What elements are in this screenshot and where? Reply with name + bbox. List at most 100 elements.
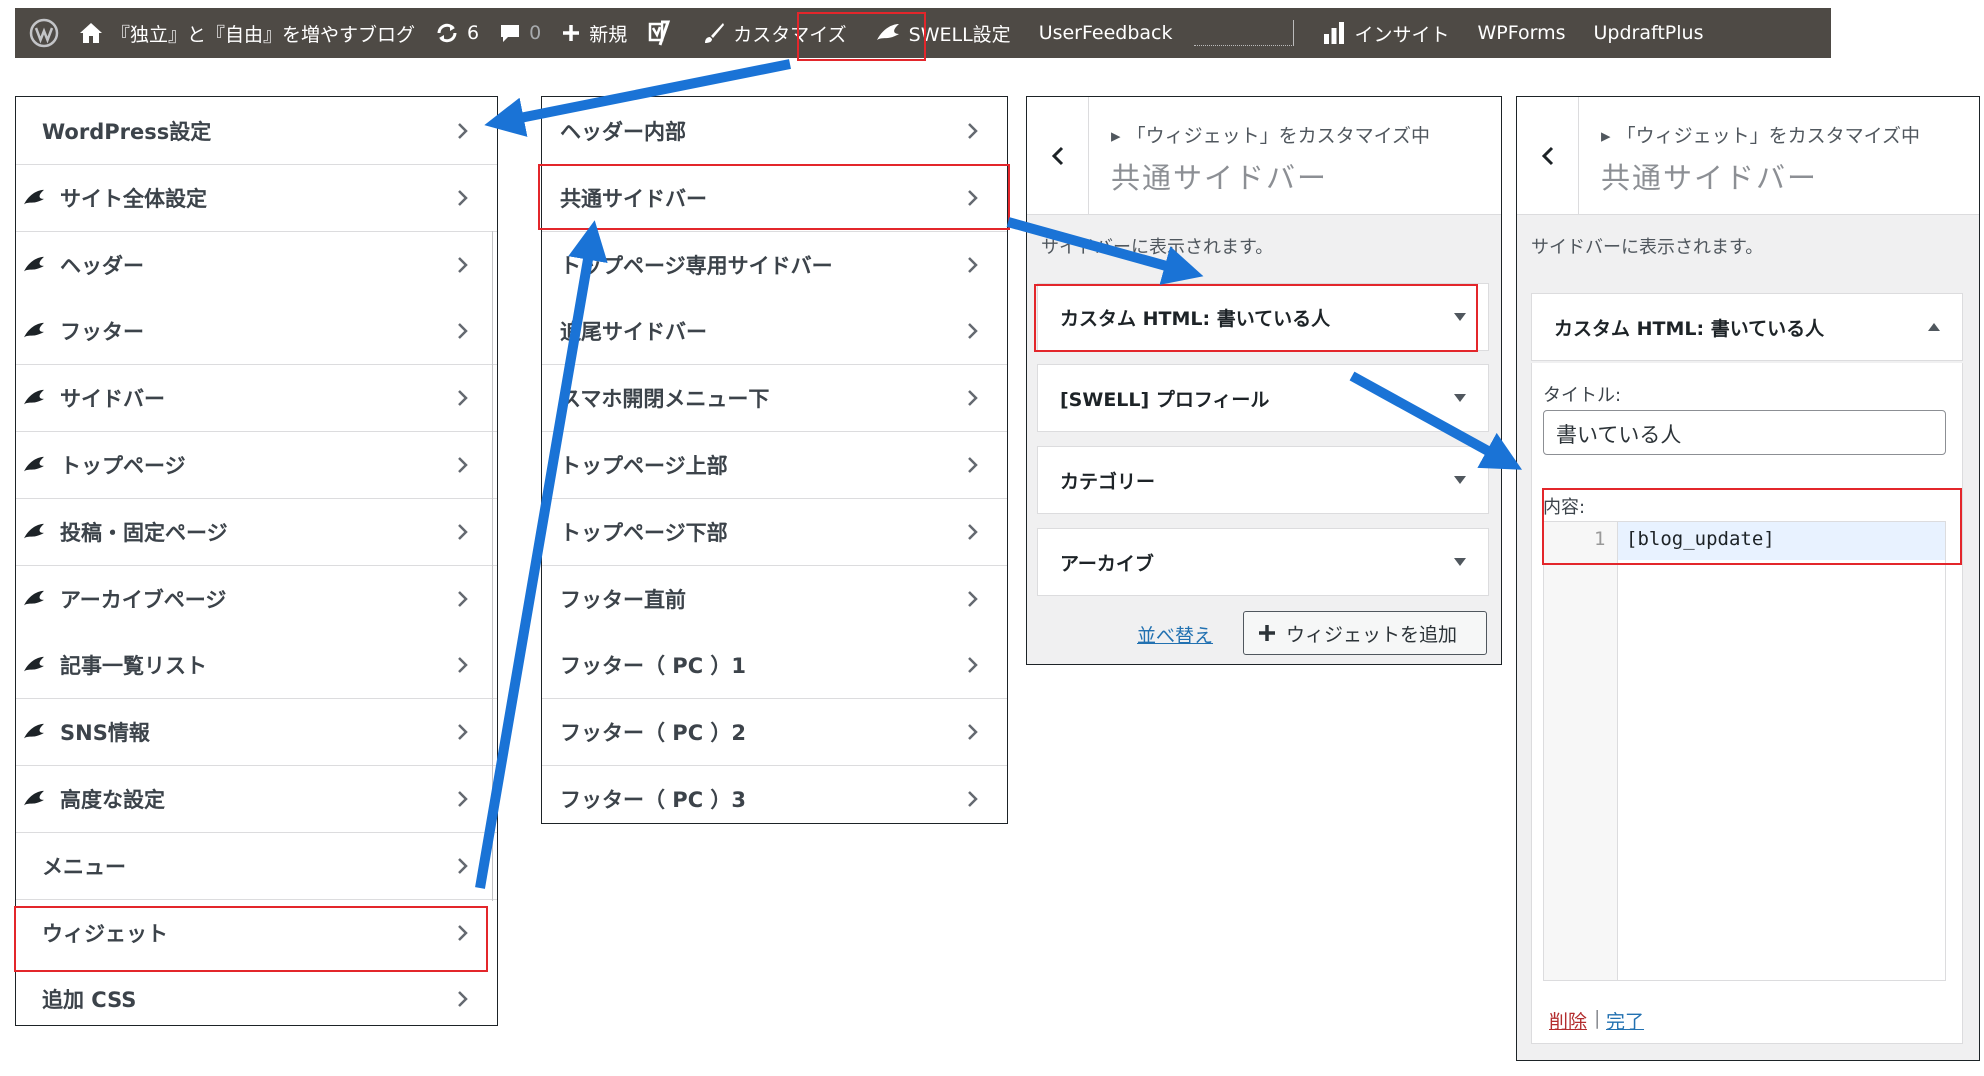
- sidebar-section-panel: ▸ 「ウィジェット」をカスタマイズ中 共通サイドバー サイドバーに表示されます。…: [1026, 96, 1502, 665]
- chevron-right-icon: [458, 657, 468, 674]
- customizer-menu-item[interactable]: SNS情報: [16, 699, 497, 767]
- chevron-right-icon: [968, 390, 978, 407]
- widget-area-item[interactable]: フッター（ PC ）2: [542, 699, 1007, 767]
- user-feedback-link[interactable]: UserFeedback: [1021, 8, 1183, 58]
- widget-header-custom-html[interactable]: カスタム HTML: 書いている人: [1531, 293, 1963, 361]
- chevron-right-icon: [458, 791, 468, 807]
- line-gutter: [1544, 522, 1618, 980]
- customizer-menu-item[interactable]: サイト全体設定: [16, 164, 497, 232]
- chevron-right-icon: [458, 123, 468, 139]
- widget-item[interactable]: アーカイブ: [1037, 528, 1489, 596]
- customizer-menu-item[interactable]: 高度な設定: [16, 766, 497, 833]
- wpforms-link[interactable]: WPForms: [1460, 8, 1576, 58]
- customizer-menu-item[interactable]: WordPress設定: [16, 98, 497, 165]
- widget-area-item[interactable]: 追尾サイドバー: [542, 298, 1007, 366]
- widget-area-item[interactable]: トップページ専用サイドバー: [542, 231, 1007, 299]
- back-button[interactable]: [1027, 97, 1089, 215]
- new-label: 新規: [589, 23, 628, 46]
- chevron-right-icon: [968, 123, 978, 139]
- menu-item-label: SNS情報: [60, 721, 150, 746]
- comment-icon: [501, 25, 520, 42]
- chevron-right-icon: [968, 523, 978, 540]
- widget-area-item[interactable]: フッター（ PC ）1: [542, 632, 1007, 700]
- section-description: サイドバーに表示されます。: [1041, 237, 1274, 258]
- expand-arrow-icon[interactable]: [1454, 558, 1466, 566]
- updraftplus-label: UpdraftPlus: [1593, 22, 1704, 44]
- chevron-right-icon: [968, 724, 978, 741]
- swell-icon: [24, 590, 44, 605]
- expand-arrow-icon[interactable]: [1454, 394, 1466, 402]
- widget-area-item[interactable]: 共通サイドバー: [542, 164, 1007, 232]
- widget-item[interactable]: カスタム HTML: 書いている人: [1037, 283, 1489, 351]
- comments-count: 0: [529, 22, 542, 44]
- add-widget-button[interactable]: ウィジェットを追加: [1243, 611, 1487, 655]
- wordpress-logo-icon[interactable]: [15, 8, 69, 58]
- expand-arrow-icon[interactable]: [1454, 476, 1466, 484]
- widget-area-label: スマホ開閉メニュー下: [560, 387, 770, 412]
- widget-area-label: トップページ専用サイドバー: [560, 253, 833, 278]
- section-header: ▸ 「ウィジェット」をカスタマイズ中 共通サイドバー: [1027, 97, 1501, 215]
- widget-detail-panel: ▸ 「ウィジェット」をカスタマイズ中 共通サイドバー サイドバーに表示されます。…: [1516, 96, 1980, 1061]
- reorder-link[interactable]: 並べ替え: [1137, 621, 1213, 648]
- refresh-icon: [437, 23, 457, 43]
- chevron-right-icon: [968, 657, 978, 674]
- paintbrush-icon: [705, 23, 725, 43]
- title-field-label: タイトル:: [1543, 385, 1622, 406]
- customizer-menu-item[interactable]: ウィジェット: [16, 899, 497, 967]
- updates-link[interactable]: 6: [425, 8, 489, 58]
- code-line[interactable]: [blog_update]: [1626, 528, 1775, 550]
- widget-item[interactable]: [SWELL] プロフィール: [1037, 364, 1489, 432]
- updraftplus-link[interactable]: UpdraftPlus: [1576, 8, 1714, 58]
- section-description: サイドバーに表示されます。: [1531, 237, 1764, 258]
- customizer-menu-item[interactable]: トップページ: [16, 432, 497, 499]
- chevron-right-icon: [458, 189, 468, 206]
- customizer-menu-item[interactable]: 記事一覧リスト: [16, 632, 497, 700]
- widget-area-item[interactable]: フッター（ PC ）3: [542, 766, 1007, 823]
- comments-link[interactable]: 0: [489, 8, 551, 58]
- yoast-seo-icon[interactable]: [637, 8, 681, 58]
- add-widget-label: ウィジェットを追加: [1286, 623, 1458, 646]
- done-link[interactable]: 完了: [1606, 1007, 1644, 1034]
- back-button[interactable]: [1517, 97, 1579, 215]
- widget-area-label: フッター（ PC ）2: [560, 721, 747, 746]
- customizer-menu-item[interactable]: ヘッダー: [16, 231, 497, 299]
- widget-item[interactable]: カテゴリー: [1037, 446, 1489, 514]
- delete-link[interactable]: 削除: [1549, 1007, 1587, 1034]
- breadcrumb: ▸ 「ウィジェット」をカスタマイズ中: [1601, 125, 1921, 147]
- widget-area-item[interactable]: トップページ下部: [542, 498, 1007, 566]
- expand-arrow-icon[interactable]: [1454, 313, 1466, 321]
- chevron-right-icon: [968, 256, 978, 273]
- collapse-arrow-icon[interactable]: [1928, 323, 1940, 331]
- code-editor[interactable]: 1 [blog_update]: [1543, 521, 1946, 981]
- widget-area-item[interactable]: フッター直前: [542, 565, 1007, 633]
- title-input[interactable]: 書いている人: [1543, 410, 1946, 455]
- chevron-right-icon: [458, 256, 468, 273]
- widget-title: カスタム HTML: 書いている人: [1554, 317, 1825, 340]
- menu-item-label: 記事一覧リスト: [60, 654, 207, 679]
- menu-item-label: サイト全体設定: [60, 186, 207, 211]
- insights-label: インサイト: [1354, 23, 1450, 46]
- line-number: 1: [1594, 528, 1606, 550]
- customizer-menu-item[interactable]: 投稿・固定ページ: [16, 498, 497, 566]
- site-name-link[interactable]: 『独立』と『自由』を増やすブログ: [69, 8, 425, 58]
- widget-area-item[interactable]: ヘッダー内部: [542, 98, 1007, 165]
- menu-item-label: ヘッダー: [60, 253, 144, 278]
- section-title: 共通サイドバー: [1111, 161, 1329, 195]
- new-content-link[interactable]: 新規: [551, 8, 637, 58]
- widget-area-item[interactable]: スマホ開閉メニュー下: [542, 365, 1007, 433]
- content-field-label: 内容:: [1543, 497, 1586, 518]
- customizer-menu-item[interactable]: メニュー: [16, 832, 497, 900]
- insights-link[interactable]: インサイト: [1312, 8, 1459, 58]
- customizer-menu-item[interactable]: サイドバー: [16, 365, 497, 433]
- chevron-right-icon: [458, 724, 468, 741]
- swell-icon: [24, 323, 44, 338]
- customizer-menu-item[interactable]: 追加 CSS: [16, 966, 497, 1025]
- widget-area-item[interactable]: トップページ上部: [542, 432, 1007, 499]
- chevron-left-icon: [1051, 146, 1063, 166]
- menu-item-label: 投稿・固定ページ: [60, 520, 228, 545]
- chevron-right-icon: [968, 457, 978, 473]
- customizer-menu-item[interactable]: アーカイブページ: [16, 565, 497, 633]
- widget-area-label: ヘッダー内部: [560, 120, 686, 144]
- customizer-menu-item[interactable]: フッター: [16, 298, 497, 366]
- widget-area-label: フッター直前: [560, 587, 686, 612]
